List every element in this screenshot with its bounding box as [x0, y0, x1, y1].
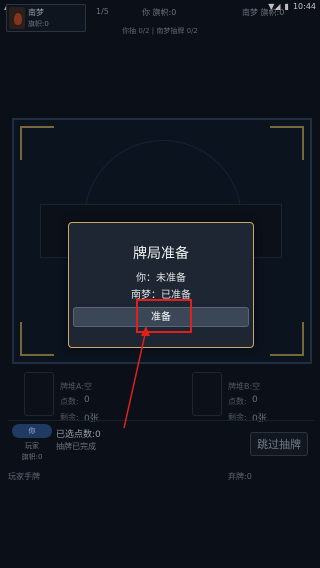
annotation-arrow	[123, 326, 150, 429]
